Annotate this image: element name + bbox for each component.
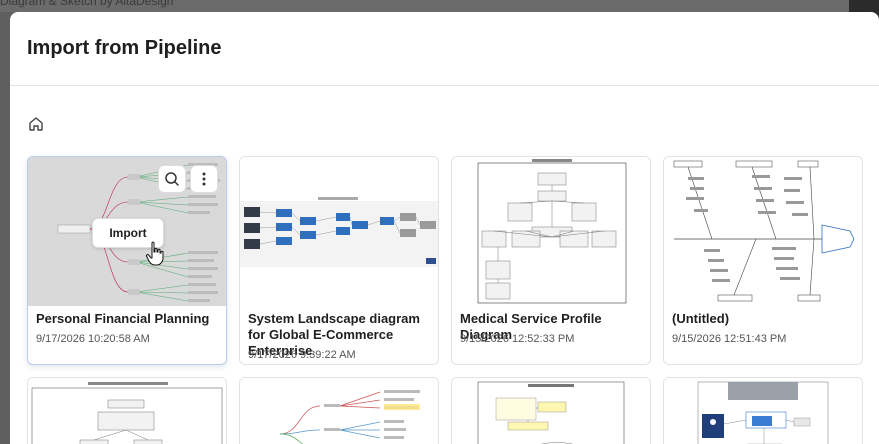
backdrop-text: Diagram & Sketch by AltaDesign (0, 0, 174, 8)
card-title: Personal Financial Planning (36, 311, 210, 326)
card-thumbnail (452, 157, 650, 306)
mindmap-thumbnail (279, 390, 420, 444)
home-icon[interactable] (27, 115, 45, 133)
card-thumbnail (240, 157, 438, 306)
card-date: 9/17/2026 10:20:58 AM (36, 333, 150, 345)
fishbone-thumbnail (673, 160, 855, 302)
diagram-card[interactable] (27, 377, 227, 444)
card-date: 9/15/2026 12:52:33 PM (460, 333, 575, 345)
breadcrumb (27, 115, 45, 133)
modal-title: Import from Pipeline (27, 37, 222, 59)
profile-thumbnail (477, 159, 627, 304)
card-thumbnail (664, 378, 862, 444)
backdrop: Diagram & Sketch by AltaDesign (0, 0, 879, 12)
search-icon (165, 172, 179, 186)
diagram-card[interactable]: System Landscape diagram for Global E-Co… (239, 156, 439, 365)
preview-button[interactable] (158, 165, 186, 193)
card-thumbnail (452, 378, 650, 444)
flow-thumbnail (477, 381, 625, 444)
diagram-thumbnail (31, 382, 223, 444)
hand-cursor-icon (145, 241, 164, 266)
card-date: 9/17/2026 9:39:22 AM (248, 349, 356, 361)
diagram-card[interactable]: Import Personal Financial Planning 9/17/… (27, 156, 227, 365)
diagram-card[interactable]: Medical Service Profile Diagram 9/15/202… (451, 156, 651, 365)
diagram-card[interactable] (663, 377, 863, 444)
architecture-thumbnail (697, 381, 829, 444)
card-thumbnail (240, 378, 438, 444)
modal-header: Import from Pipeline (10, 12, 879, 86)
card-thumbnail (664, 157, 862, 306)
diagram-card[interactable] (239, 377, 439, 444)
landscape-thumbnail (240, 157, 438, 306)
card-date: 9/15/2026 12:51:43 PM (672, 333, 787, 345)
more-vertical-icon (202, 172, 206, 186)
card-thumbnail: Import (28, 157, 226, 306)
import-modal: Import from Pipeline Import Personal Fin… (10, 12, 879, 444)
card-thumbnail (28, 378, 226, 444)
card-title: (Untitled) (672, 311, 730, 326)
more-options-button[interactable] (190, 165, 218, 193)
diagram-card[interactable] (451, 377, 651, 444)
diagram-card[interactable]: (Untitled) 9/15/2026 12:51:43 PM (663, 156, 863, 365)
